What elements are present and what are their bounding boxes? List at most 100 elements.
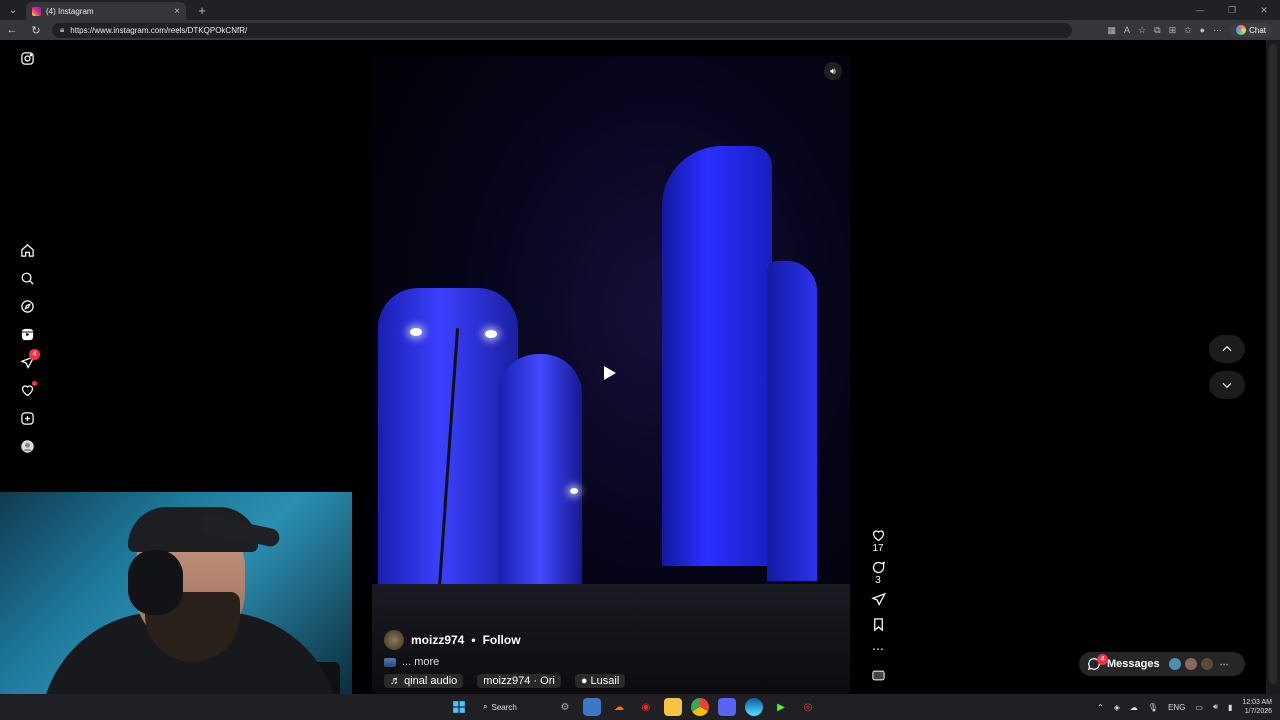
chrome-icon[interactable] [691,698,709,716]
tray-chevron-icon[interactable]: ⌃ [1097,703,1104,712]
share-icon [870,592,886,606]
read-aloud-icon[interactable]: A [1124,25,1130,35]
street-lamp [485,330,497,338]
volume-icon[interactable]: 🔊︎ [1213,702,1218,712]
battery-icon[interactable]: ▮ [1228,703,1232,712]
network-icon[interactable]: ▭ [1195,703,1203,712]
comment-button[interactable]: 3 [871,560,886,586]
url-field[interactable]: 🔒︎ https://www.instagram.com/reels/DTKQP… [52,22,1072,38]
home-icon[interactable] [18,241,36,259]
reel-username[interactable]: moizz974 [411,633,464,647]
like-button[interactable]: 17 [871,528,886,554]
mic-icon[interactable]: 🎙︎ [1148,703,1158,712]
comment-icon [872,561,885,574]
separator: • [471,633,476,647]
onedrive-icon[interactable]: ☁︎ [1130,703,1138,712]
edge-icon[interactable] [745,698,763,716]
messages-icon[interactable]: 4 [18,349,40,371]
favorite-star-icon[interactable]: ☆ [1138,25,1146,36]
kick-icon[interactable]: ▶ [772,698,790,716]
collections-icon[interactable]: ⊞ [1169,25,1177,36]
url-text: https://www.instagram.com/reels/DTKQPOkC… [70,25,248,35]
soundcloud-icon[interactable]: ☁︎ [610,698,628,716]
tray-app-icon[interactable]: ◈ [1114,703,1120,712]
reader-mode-icon[interactable]: ▦ [1108,25,1117,36]
audio-icon[interactable]: 🔊︎ [824,62,842,80]
address-bar-row: ← ↻ 🔒︎ https://www.instagram.com/reels/D… [0,20,1280,40]
audio-chip[interactable]: ♬ qinal audio [384,674,464,688]
chat-label: Chat [1249,25,1266,35]
obs-icon[interactable]: ◎ [799,698,817,716]
avatar [1183,657,1198,671]
caption-row: ... more [384,656,844,668]
more-options-icon[interactable]: ⋯ [872,642,884,656]
close-tab-icon[interactable]: × [174,6,180,17]
language-indicator[interactable]: ENG [1168,703,1185,712]
reel-video[interactable]: 🔊︎ [372,56,850,694]
heart-icon [872,530,884,542]
reel-actions: 17 3 ⋯ [868,528,888,683]
audio-thumbnail[interactable] [871,668,886,683]
page-scrollbar[interactable] [1266,40,1280,694]
new-tab-icon[interactable]: + [192,3,212,18]
scrollbar-thumb[interactable] [1269,44,1277,684]
bookmark-icon [873,618,883,632]
messages-pill[interactable]: 4 Messages ⋯ [1079,652,1245,676]
refresh-icon[interactable]: ↻ [24,24,48,37]
site-info-icon[interactable]: 🔒︎ [60,25,64,35]
app-icon[interactable]: ◉ [637,698,655,716]
follow-button[interactable]: Follow [483,633,521,647]
taskbar-search[interactable]: ⌕ Search [477,702,547,712]
webcam-overlay [0,492,352,694]
copilot-icon [1236,25,1247,35]
profile-avatar-icon[interactable]: ● [1200,25,1205,35]
next-reel-button[interactable] [1209,371,1245,399]
caption-more-link[interactable]: ... more [402,656,439,668]
explore-icon[interactable] [18,297,36,315]
extensions-icon[interactable]: ⧉ [1154,25,1160,36]
browser-tab[interactable]: (4) Instagram × [26,2,186,20]
reels-icon[interactable] [18,325,36,343]
headphones [128,550,183,615]
audio-label: qinal audio [404,675,458,687]
more-menu-icon[interactable]: ⋯ [1213,25,1222,36]
tab-list-icon[interactable]: ⌄ [0,0,26,20]
profile-icon[interactable] [18,437,36,455]
instagram-favicon-icon [32,6,41,16]
reel-info: moizz974 • Follow ... more ♬ qinal audio… [384,630,844,688]
close-window-icon[interactable]: ✕ [1248,0,1280,20]
notifications-icon[interactable] [18,381,37,399]
photos-icon[interactable] [583,698,601,716]
back-icon[interactable]: ← [0,24,24,36]
location-label: Lusail [590,675,620,687]
tower-right [662,146,772,566]
discord-icon[interactable] [718,698,736,716]
share-button[interactable] [870,592,886,607]
reel-chips: ♬ qinal audio moizz974 · Ori ● Lusail [384,674,844,688]
clock[interactable]: 12:03 AM 1/7/2026 [1242,698,1272,716]
restore-icon[interactable]: ❐ [1216,0,1248,20]
taskbar: ⌕ Search ⚙︎ ☁︎ ◉ ▶ ◎ ⌃ ◈ ☁︎ 🎙︎ ENG ▭ 🔊︎ … [0,694,1280,720]
settings-icon[interactable]: ⚙︎ [556,698,574,716]
create-icon[interactable] [18,409,36,427]
minimize-icon[interactable]: — [1184,0,1216,20]
avatar [1167,657,1182,671]
like-count: 17 [872,543,884,554]
notifications-badge: 4 [29,349,40,360]
audio-credit-chip[interactable]: moizz974 · Ori [477,674,561,688]
avatar[interactable] [384,630,404,650]
file-explorer-icon[interactable] [664,698,682,716]
system-tray: ⌃ ◈ ☁︎ 🎙︎ ENG ▭ 🔊︎ ▮ 12:03 AM 1/7/2026 [1097,694,1272,720]
audio-thumbnail-icon [871,670,885,681]
location-chip[interactable]: ● Lusail [574,674,626,688]
start-icon[interactable] [450,698,468,716]
play-icon[interactable] [604,366,616,380]
instagram-logo-icon[interactable] [18,49,36,67]
notifications-dot [32,381,37,386]
favorites-icon[interactable]: ✩ [1184,25,1192,36]
save-button[interactable] [871,617,886,632]
copilot-chat-button[interactable]: Chat [1230,23,1272,37]
previous-reel-button[interactable] [1209,335,1245,363]
street-lamp [410,328,422,336]
search-icon[interactable] [18,269,36,287]
